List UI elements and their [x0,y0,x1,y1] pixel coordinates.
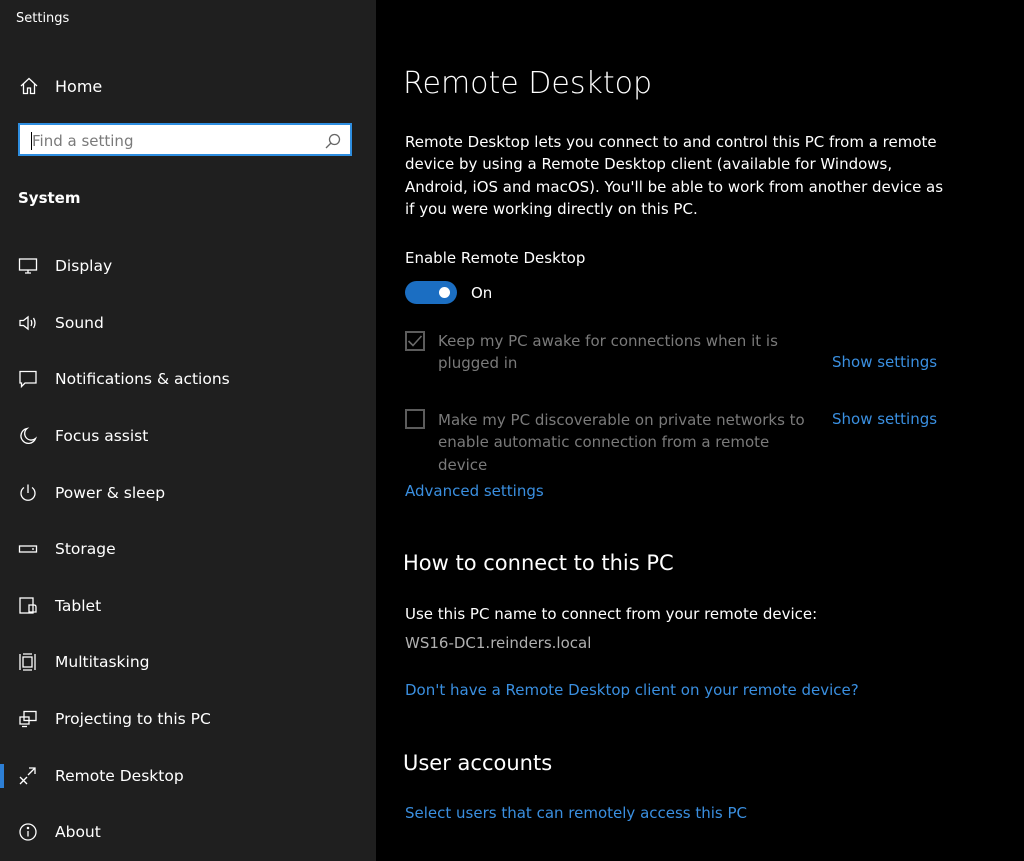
sidebar-item-projecting[interactable]: Projecting to this PC [0,691,376,748]
sidebar-item-label: Multitasking [55,653,150,672]
sidebar-item-storage[interactable]: Storage [0,521,376,578]
sidebar-item-label: Display [55,257,113,276]
page-description: Remote Desktop lets you connect to and c… [405,133,944,218]
connect-instructions: Use this PC name to connect from your re… [405,605,818,623]
section-title: System [18,189,81,207]
sidebar-item-label: Projecting to this PC [55,710,211,729]
moon-icon [17,425,39,447]
sidebar-item-power-sleep[interactable]: Power & sleep [0,464,376,521]
select-users-link[interactable]: Select users that can remotely access th… [405,804,747,822]
sidebar-item-notifications[interactable]: Notifications & actions [0,351,376,408]
keep-awake-show-settings-link[interactable]: Show settings [832,353,937,371]
sidebar-item-tablet[interactable]: Tablet [0,578,376,635]
sidebar-item-multitasking[interactable]: Multitasking [0,634,376,691]
discoverable-checkbox[interactable] [405,409,425,429]
sidebar-item-about[interactable]: About [0,804,376,861]
sidebar-item-label: Focus assist [55,427,149,446]
keep-awake-label: Keep my PC awake for connections when it… [438,332,778,373]
sidebar-item-label: Sound [55,313,104,332]
notification-icon [17,368,39,390]
sidebar: Settings Home System Display [0,0,376,861]
text-caret [31,132,32,150]
enable-remote-desktop-toggle[interactable] [405,281,457,304]
discoverable-show-settings-link[interactable]: Show settings [832,410,937,428]
sidebar-item-home[interactable]: Home [18,74,102,98]
search-icon[interactable] [324,132,342,150]
app-title: Settings [16,11,70,26]
sidebar-item-sound[interactable]: Sound [0,295,376,352]
sidebar-item-focus-assist[interactable]: Focus assist [0,408,376,465]
sidebar-nav: Display Sound Notifications & actions Fo… [0,238,376,861]
sidebar-item-label: Storage [55,540,116,559]
toggle-state-label: On [471,284,493,302]
search-box[interactable] [18,123,352,156]
multitasking-icon [17,651,39,673]
connect-heading: How to connect to this PC [403,551,674,575]
sidebar-item-remote-desktop[interactable]: Remote Desktop [0,747,376,804]
tablet-icon [17,595,39,617]
toggle-knob [439,287,450,298]
speaker-icon [17,312,39,334]
checkmark-icon [407,335,423,347]
pc-name: WS16-DC1.reinders.local [405,634,592,652]
home-label: Home [55,76,103,96]
home-icon [18,75,40,97]
sidebar-item-label: Power & sleep [55,483,166,502]
user-accounts-heading: User accounts [403,751,553,775]
sidebar-item-label: Tablet [55,596,102,615]
page-title: Remote Desktop [403,66,653,101]
power-icon [17,482,39,504]
sidebar-item-label: Remote Desktop [55,766,184,785]
discoverable-label: Make my PC discoverable on private netwo… [438,411,805,474]
remote-desktop-icon [17,765,39,787]
projecting-icon [17,708,39,730]
sidebar-item-label: About [55,823,101,842]
search-input[interactable] [30,130,324,152]
enable-remote-desktop-label: Enable Remote Desktop [405,249,586,267]
keep-awake-checkbox[interactable] [405,331,425,351]
advanced-settings-link[interactable]: Advanced settings [405,482,544,500]
info-icon [17,821,39,843]
main-content: Remote Desktop Remote Desktop lets you c… [376,0,1024,861]
sidebar-item-label: Notifications & actions [55,370,230,389]
display-icon [17,255,39,277]
storage-icon [17,538,39,560]
client-download-link[interactable]: Don't have a Remote Desktop client on yo… [405,681,859,699]
sidebar-item-display[interactable]: Display [0,238,376,295]
